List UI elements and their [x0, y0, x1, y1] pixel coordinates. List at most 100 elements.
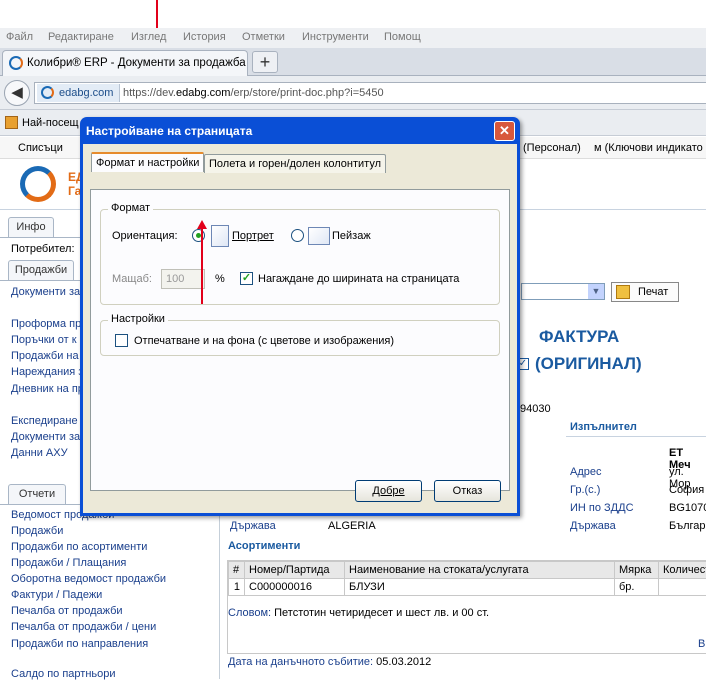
- scale-input[interactable]: 100: [161, 269, 205, 289]
- performer-underline: [566, 436, 706, 437]
- ok-button[interactable]: Добре: [355, 480, 422, 502]
- app-menu-kpi[interactable]: м (Ключови индикато: [594, 142, 703, 154]
- sidebar-link[interactable]: Продажби по асортименти: [11, 541, 147, 553]
- sidebar-link[interactable]: Експедиране: [11, 415, 78, 427]
- country-label-left: Държава: [230, 520, 276, 532]
- sidebar-link[interactable]: Документи за: [11, 431, 80, 443]
- sidebar-link[interactable]: Печалба от продажби: [11, 605, 123, 617]
- sidebar-link[interactable]: Продажби: [11, 525, 63, 537]
- menu-file[interactable]: Файл: [6, 31, 33, 43]
- assortments-table-wrap: # Номер/Партида Наименование на стоката/…: [227, 560, 706, 654]
- sidebar-tab-reports[interactable]: Отчети: [8, 484, 66, 504]
- app-logo-icon: [20, 166, 56, 202]
- table-header-row: # Номер/Партида Наименование на стоката/…: [229, 562, 706, 579]
- menu-tools[interactable]: Инструменти: [302, 31, 369, 43]
- print-background-label: Отпечатване и на фона (с цветове и изобр…: [134, 335, 394, 347]
- sidebar-link[interactable]: Печалба от продажби / цени: [11, 621, 156, 633]
- table-cell: C000000016: [245, 579, 345, 596]
- sidebar-link[interactable]: Продажби по направления: [11, 638, 148, 650]
- close-icon[interactable]: ✕: [494, 121, 515, 141]
- invoice-title: ФАКТУРА: [539, 327, 619, 347]
- back-arrow-icon: ◀: [11, 84, 23, 101]
- site-identity[interactable]: edabg.com: [37, 84, 120, 102]
- assortments-table: # Номер/Партида Наименование на стоката/…: [228, 561, 706, 596]
- print-button[interactable]: Печат: [611, 282, 679, 302]
- address-label: Адрес: [570, 466, 602, 478]
- table-row: 1 C000000016 БЛУЗИ бр.: [229, 579, 706, 596]
- landscape-page-icon: [308, 227, 330, 245]
- favicon-icon: [9, 56, 23, 70]
- sidebar-tab-sales[interactable]: Продажби: [8, 260, 74, 280]
- tab-margins-header-footer[interactable]: Полета и горен/долен колонтитул: [204, 154, 386, 173]
- shrink-to-fit-checkbox[interactable]: ✓: [240, 272, 253, 285]
- browser-tab[interactable]: Колибри® ERP - Документи за продажба: [2, 50, 248, 76]
- landscape-label[interactable]: Пейзаж: [332, 230, 371, 242]
- city-label: Гр.(с.): [570, 484, 600, 496]
- bookmark-icon: [5, 116, 18, 129]
- url-text: https://dev.edabg.com/erp/store/print-do…: [123, 87, 384, 99]
- tab-title: Колибри® ERP - Документи за продажба: [27, 57, 246, 69]
- table-cell: 1: [229, 579, 245, 596]
- annotation-arrowhead-bottom: [197, 220, 207, 229]
- sidebar-link[interactable]: Документи за: [11, 286, 80, 298]
- menu-view[interactable]: Изглед: [131, 31, 166, 43]
- menu-edit[interactable]: Редактиране: [48, 31, 114, 43]
- print-background-checkbox[interactable]: [115, 334, 128, 347]
- chevron-down-icon: ▼: [588, 284, 604, 299]
- sidebar-tab-info[interactable]: Инфо: [8, 217, 54, 237]
- dialog-title: Настройване на страницата: [86, 124, 252, 138]
- settings-group-label: Настройки: [108, 313, 168, 325]
- shrink-to-fit-label: Нагаждане до ширината на страницата: [258, 273, 459, 285]
- new-tab-button[interactable]: +: [252, 51, 278, 73]
- format-group-label: Формат: [108, 202, 153, 214]
- sidebar-link[interactable]: Проформа про: [11, 318, 87, 330]
- tab-format-settings[interactable]: Формат и настройки: [91, 152, 204, 172]
- menu-help[interactable]: Помощ: [384, 31, 421, 43]
- sidebar-link[interactable]: Продажби / Плащания: [11, 557, 126, 569]
- table-cell: бр.: [615, 579, 659, 596]
- vat-value: BG1070: [669, 502, 706, 514]
- menu-bookmarks[interactable]: Отметки: [242, 31, 285, 43]
- bookmark-most-visited[interactable]: Най-посещ: [22, 117, 79, 129]
- sidebar-link[interactable]: Продажби на: [11, 350, 79, 362]
- tax-date-label: Дата на данъчното събитие:: [228, 656, 373, 668]
- performer-heading: Изпълнител: [570, 421, 637, 433]
- tax-date-value: 05.03.2012: [376, 656, 431, 668]
- sidebar-link[interactable]: Дневник на пр: [11, 383, 84, 395]
- col-header: Мярка: [615, 562, 659, 579]
- col-header: #: [229, 562, 245, 579]
- browser-menubar: Файл Редактиране Изглед История Отметки …: [0, 28, 706, 48]
- portrait-radio[interactable]: [192, 229, 205, 242]
- format-group: [100, 209, 500, 305]
- city-value: София: [669, 484, 704, 496]
- country-value-left: ALGERIA: [328, 520, 376, 532]
- document-select[interactable]: ▼: [521, 283, 605, 300]
- percent-label: %: [215, 273, 225, 285]
- side-letter: В: [698, 638, 705, 650]
- words-value: Петстотин четиридесет и шест лв. и 00 ст…: [274, 607, 489, 619]
- sidebar-link[interactable]: Данни АХУ: [11, 447, 68, 459]
- sidebar-link[interactable]: Поръчки от к: [11, 334, 77, 346]
- vat-label: ИН по ЗДДС: [570, 502, 634, 514]
- country-label-right: Държава: [570, 520, 616, 532]
- url-bar[interactable]: edabg.com https://dev.edabg.com/erp/stor…: [34, 82, 706, 104]
- print-icon: [616, 285, 630, 299]
- scale-label: Мащаб:: [112, 273, 152, 285]
- sidebar-link[interactable]: Фактури / Падежи: [11, 589, 102, 601]
- cancel-button[interactable]: Отказ: [434, 480, 501, 502]
- orientation-label: Ориентация:: [112, 230, 178, 242]
- app-menu-personnel[interactable]: (Персонал): [523, 142, 581, 154]
- back-button[interactable]: ◀: [4, 80, 30, 106]
- app-menu-lists[interactable]: Списъци: [18, 142, 63, 154]
- sidebar-link[interactable]: Нареждания з: [11, 366, 83, 378]
- landscape-radio[interactable]: [291, 229, 304, 242]
- menu-history[interactable]: История: [183, 31, 226, 43]
- user-label: Потребител:: [11, 243, 75, 255]
- sidebar-link[interactable]: Салдо по партньори: [11, 668, 116, 680]
- page-setup-dialog: Настройване на страницата ✕ Формат и нас…: [80, 117, 520, 516]
- portrait-label[interactable]: Портрет: [232, 230, 274, 242]
- dialog-body: Формат и настройки Полета и горен/долен …: [83, 144, 517, 513]
- table-cell: [659, 579, 706, 596]
- sidebar-link[interactable]: Оборотна ведомост продажби: [11, 573, 166, 585]
- invoice-subtitle: (ОРИГИНАЛ): [535, 354, 642, 374]
